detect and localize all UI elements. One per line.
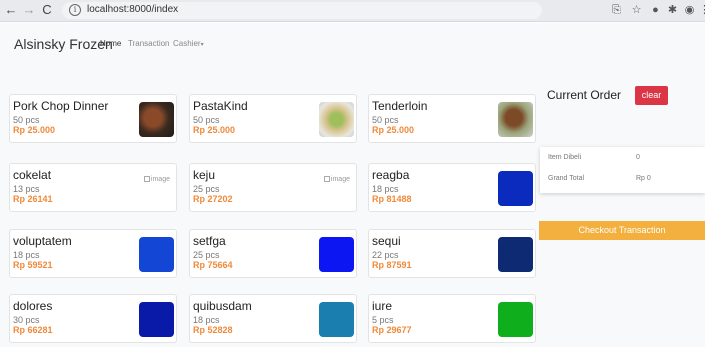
- image-alt-text: image: [150, 176, 170, 183]
- caret-down-icon: ▾: [200, 42, 204, 48]
- product-card[interactable]: dolores 30 pcs Rp 66281: [9, 294, 177, 343]
- product-name: iure: [372, 299, 393, 313]
- current-order-title: Current Order: [547, 88, 622, 102]
- product-qty: 22 pcs: [372, 250, 399, 260]
- product-card[interactable]: iure 5 pcs Rp 29677: [368, 294, 536, 343]
- summary-label-items: Item Dibeli: [548, 154, 582, 161]
- product-image: [319, 237, 354, 272]
- product-price: Rp 66281: [13, 325, 53, 335]
- site-info-icon[interactable]: i: [69, 4, 81, 16]
- extension-icon[interactable]: ●: [649, 4, 662, 17]
- broken-image: image: [323, 176, 350, 183]
- product-name: setfga: [193, 234, 226, 248]
- product-card[interactable]: cokelat 13 pcs Rp 26141 image: [9, 163, 177, 212]
- reload-icon[interactable]: C: [39, 2, 55, 18]
- product-price: Rp 25.000: [193, 125, 236, 135]
- product-card[interactable]: keju 25 pcs Rp 27202 image: [189, 163, 357, 212]
- product-qty: 50 pcs: [372, 115, 399, 125]
- product-image: [139, 302, 174, 337]
- back-arrow-icon[interactable]: ←: [3, 2, 19, 18]
- checkout-transaction-button[interactable]: Checkout Transaction: [539, 221, 705, 240]
- product-price: Rp 25.000: [372, 125, 415, 135]
- product-image: [498, 171, 533, 206]
- product-name: cokelat: [13, 168, 52, 182]
- product-card[interactable]: Pork Chop Dinner 50 pcs Rp 25.000: [9, 94, 177, 143]
- product-qty: 18 pcs: [13, 250, 40, 260]
- top-navbar: Alsinsky Frozen Home Transaction Cashier…: [0, 23, 705, 61]
- product-price: Rp 29677: [372, 325, 412, 335]
- product-qty: 30 pcs: [13, 315, 40, 325]
- product-card[interactable]: reagba 18 pcs Rp 81488: [368, 163, 536, 212]
- nav-link-home[interactable]: Home: [100, 39, 121, 48]
- puzzle-icon[interactable]: ✱: [666, 4, 679, 17]
- product-price: Rp 26141: [13, 194, 53, 204]
- product-qty: 5 pcs: [372, 315, 394, 325]
- product-card[interactable]: setfga 25 pcs Rp 75664: [189, 229, 357, 278]
- translate-icon[interactable]: ⎘: [610, 4, 623, 17]
- product-price: Rp 87591: [372, 260, 412, 270]
- summary-label-total: Grand Total: [548, 175, 585, 182]
- product-name: PastaKind: [193, 99, 248, 113]
- menu-kebab-icon[interactable]: ⋮: [699, 4, 705, 17]
- product-price: Rp 27202: [193, 194, 233, 204]
- image-alt-text: image: [330, 176, 350, 183]
- product-name: quibusdam: [193, 299, 252, 313]
- summary-value-total: Rp 0: [636, 175, 651, 182]
- product-image: [319, 302, 354, 337]
- product-qty: 18 pcs: [372, 184, 399, 194]
- product-qty: 18 pcs: [193, 315, 220, 325]
- bookmark-star-icon[interactable]: ☆: [630, 4, 643, 17]
- product-price: Rp 75664: [193, 260, 233, 270]
- product-image: [139, 237, 174, 272]
- product-name: keju: [193, 168, 216, 182]
- product-card[interactable]: Tenderloin 50 pcs Rp 25.000: [368, 94, 536, 143]
- broken-image-icon: [143, 176, 150, 182]
- order-summary: Item Dibeli 0 Grand Total Rp 0: [540, 147, 705, 193]
- summary-value-items: 0: [636, 154, 640, 161]
- product-name: sequi: [372, 234, 401, 248]
- product-image: [139, 102, 174, 137]
- broken-image: image: [143, 176, 170, 183]
- product-price: Rp 81488: [372, 194, 412, 204]
- product-name: dolores: [13, 299, 53, 313]
- brand-title[interactable]: Alsinsky Frozen: [14, 36, 113, 52]
- product-qty: 50 pcs: [13, 115, 40, 125]
- product-image: [498, 302, 533, 337]
- nav-link-cashier-label: Cashier: [173, 39, 201, 48]
- forward-arrow-icon[interactable]: →: [21, 2, 37, 18]
- product-card[interactable]: voluptatem 18 pcs Rp 59521: [9, 229, 177, 278]
- product-image: [498, 102, 533, 137]
- broken-image-icon: [323, 176, 330, 182]
- product-price: Rp 25.000: [13, 125, 56, 135]
- product-name: Tenderloin: [372, 99, 428, 113]
- product-name: reagba: [372, 168, 410, 182]
- profile-avatar-icon[interactable]: ◉: [683, 4, 696, 17]
- address-bar[interactable]: i localhost:8000/index: [62, 2, 542, 19]
- nav-link-transaction[interactable]: Transaction: [128, 39, 170, 48]
- nav-dropdown-cashier[interactable]: Cashier▾: [173, 39, 204, 48]
- url-text[interactable]: localhost:8000/index: [87, 4, 178, 15]
- product-name: voluptatem: [13, 234, 72, 248]
- product-price: Rp 52828: [193, 325, 233, 335]
- browser-toolbar: ← → C i localhost:8000/index ⎘ ☆ ● ✱ ◉ ⋮: [0, 0, 705, 22]
- product-card[interactable]: PastaKind 50 pcs Rp 25.000: [189, 94, 357, 143]
- product-card[interactable]: sequi 22 pcs Rp 87591: [368, 229, 536, 278]
- product-image: [319, 102, 354, 137]
- product-card[interactable]: quibusdam 18 pcs Rp 52828: [189, 294, 357, 343]
- product-qty: 25 pcs: [193, 250, 220, 260]
- product-qty: 50 pcs: [193, 115, 220, 125]
- product-qty: 13 pcs: [13, 184, 40, 194]
- clear-button[interactable]: clear: [635, 86, 668, 105]
- product-name: Pork Chop Dinner: [13, 99, 109, 113]
- product-qty: 25 pcs: [193, 184, 220, 194]
- product-image: [498, 237, 533, 272]
- product-price: Rp 59521: [13, 260, 53, 270]
